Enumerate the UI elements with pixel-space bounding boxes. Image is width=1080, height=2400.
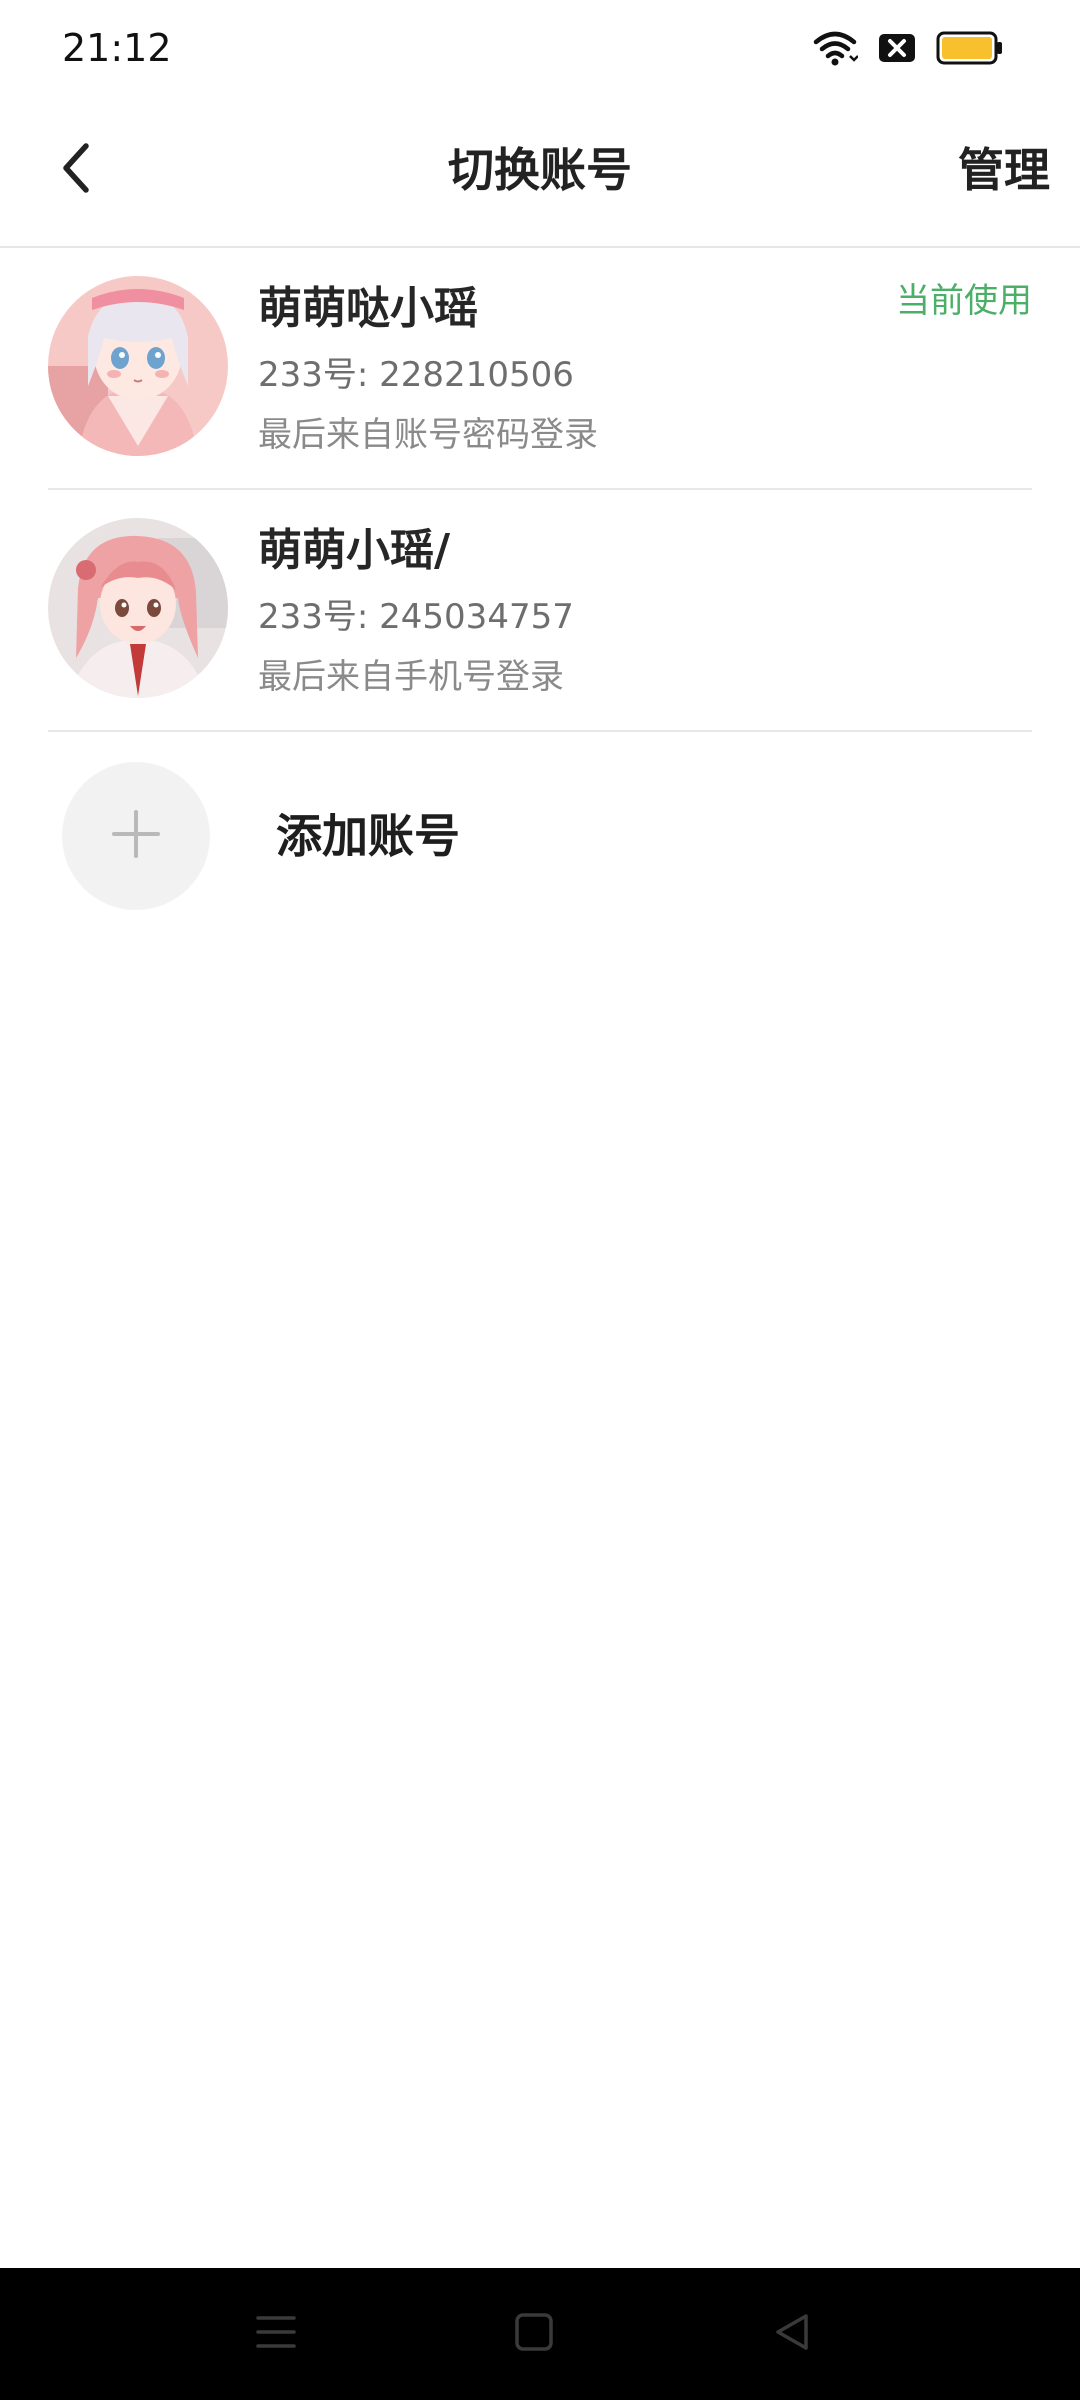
sim-blocked-icon bbox=[878, 33, 916, 63]
status-icons bbox=[812, 26, 1004, 70]
status-time: 21:12 bbox=[62, 26, 172, 70]
account-item-current[interactable]: 萌萌哒小瑶 233号: 228210506 最后来自账号密码登录 当前使用 bbox=[48, 248, 1032, 490]
account-id: 233号: 228210506 bbox=[258, 355, 574, 395]
account-name: 萌萌小瑶/ bbox=[258, 525, 451, 576]
avatar-anime-girl-pink-hair-icon bbox=[48, 518, 228, 698]
manage-button[interactable]: 管理 bbox=[958, 140, 1050, 200]
account-item[interactable]: 萌萌小瑶/ 233号: 245034757 最后来自手机号登录 bbox=[48, 490, 1032, 732]
header: 切换账号 管理 bbox=[0, 100, 1080, 248]
account-login-method: 最后来自账号密码登录 bbox=[258, 415, 598, 455]
add-account-circle bbox=[62, 762, 210, 910]
add-account-label: 添加账号 bbox=[276, 809, 460, 863]
home-icon bbox=[514, 2312, 554, 2356]
current-account-badge: 当前使用 bbox=[896, 281, 1032, 321]
add-account-button[interactable]: 添加账号 bbox=[48, 732, 1032, 932]
back-triangle-icon bbox=[772, 2312, 812, 2356]
account-id: 233号: 245034757 bbox=[258, 597, 574, 637]
avatar bbox=[48, 518, 228, 698]
navigation-bar bbox=[0, 2268, 1080, 2400]
wifi-icon bbox=[812, 30, 858, 66]
avatar bbox=[48, 276, 228, 456]
nav-back-button[interactable] bbox=[762, 2304, 822, 2364]
nav-menu-button[interactable] bbox=[246, 2304, 306, 2364]
account-list: 萌萌哒小瑶 233号: 228210506 最后来自账号密码登录 当前使用 萌萌… bbox=[0, 248, 1080, 932]
status-bar: 21:12 bbox=[0, 0, 1080, 100]
page-title: 切换账号 bbox=[448, 143, 632, 197]
plus-icon bbox=[110, 808, 162, 864]
nav-home-button[interactable] bbox=[504, 2304, 564, 2364]
menu-icon bbox=[254, 2312, 298, 2356]
battery-icon bbox=[936, 31, 1004, 65]
account-login-method: 最后来自手机号登录 bbox=[258, 657, 564, 697]
avatar-anime-girl-white-hair-icon bbox=[48, 276, 228, 456]
account-name: 萌萌哒小瑶 bbox=[258, 283, 478, 334]
